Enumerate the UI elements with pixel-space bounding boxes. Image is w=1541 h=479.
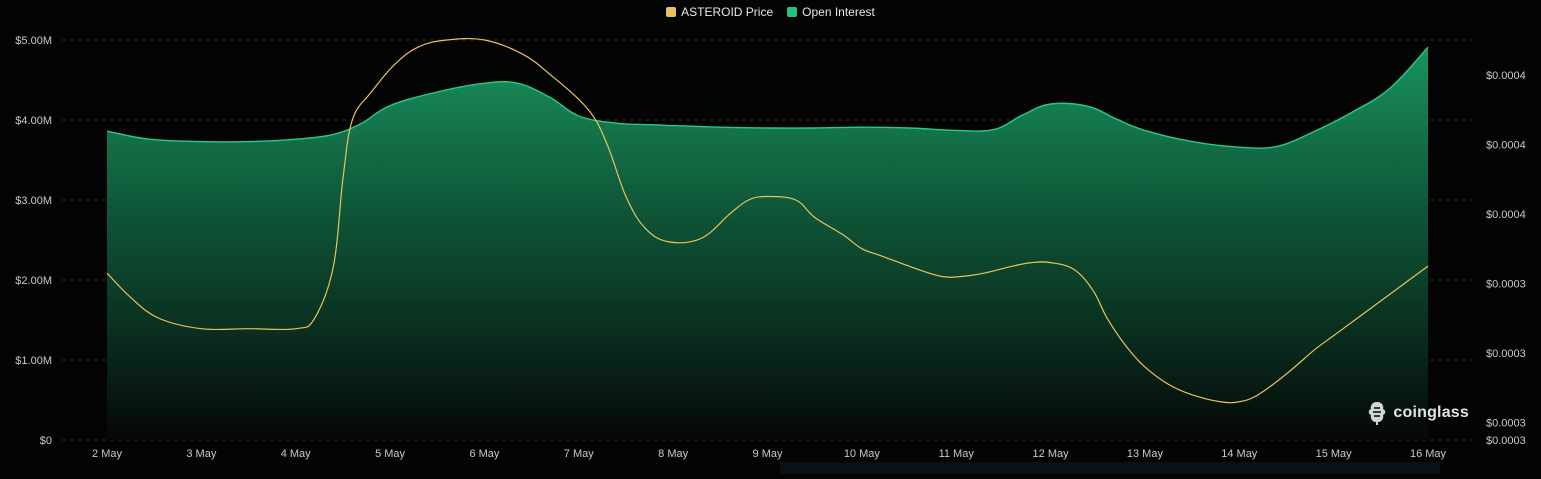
coinglass-watermark: coinglass xyxy=(1366,400,1469,426)
right-axis-tick-label: $0.0003 xyxy=(1486,418,1526,430)
left-axis-tick-label: $0 xyxy=(40,435,52,447)
bottom-panel-edge xyxy=(780,462,1440,474)
chart-svg: $0 $1.00M $2.00M $3.00M $4.00M $5.00M $0.0003… xyxy=(15,35,1526,460)
right-y-axis: $0.0003 $0.0003 $0.0003 $0.0003 $0.0004 $0.00… xyxy=(1486,70,1526,447)
x-axis-tick-label: 15 May xyxy=(1316,448,1353,460)
right-axis-tick-label: $0.0003 xyxy=(1486,435,1526,447)
left-axis-tick-label: $3.00M xyxy=(15,195,52,207)
x-axis-tick-label: 9 May xyxy=(753,448,783,460)
right-axis-tick-label: $0.0003 xyxy=(1486,278,1526,290)
right-axis-tick-label: $0.0004 xyxy=(1486,70,1526,82)
x-axis-tick-label: 14 May xyxy=(1221,448,1258,460)
x-axis-tick-label: 4 May xyxy=(281,448,311,460)
chart-legend: ASTEROID Price Open Interest xyxy=(0,5,1541,19)
legend-item-open-interest[interactable]: Open Interest xyxy=(787,5,875,19)
left-axis-tick-label: $4.00M xyxy=(15,115,52,127)
x-axis-tick-label: 2 May xyxy=(92,448,122,460)
x-axis-tick-label: 13 May xyxy=(1127,448,1164,460)
x-axis-tick-label: 11 May xyxy=(939,448,975,460)
x-axis-tick-label: 5 May xyxy=(375,448,405,460)
right-axis-tick-label: $0.0003 xyxy=(1486,348,1526,360)
left-axis-tick-label: $5.00M xyxy=(15,35,52,47)
legend-swatch-price xyxy=(666,7,677,17)
x-axis-tick-label: 3 May xyxy=(186,448,216,460)
open-interest-area-layer xyxy=(106,46,1429,440)
x-axis-tick-label: 7 May xyxy=(564,448,594,460)
x-axis: 2 May 3 May 4 May 5 May 6 May 7 May 8 May 9 May… xyxy=(92,448,1447,460)
chart-container: $0 $1.00M $2.00M $3.00M $4.00M $5.00M $0.0003… xyxy=(0,0,1541,474)
right-axis-tick-label: $0.0004 xyxy=(1486,209,1526,221)
watermark-text: coinglass xyxy=(1393,404,1469,421)
x-axis-tick-label: 12 May xyxy=(1033,448,1070,460)
x-axis-tick-label: 8 May xyxy=(658,448,688,460)
x-axis-tick-label: 16 May xyxy=(1410,448,1447,460)
x-axis-tick-label: 6 May xyxy=(469,448,499,460)
legend-item-price[interactable]: ASTEROID Price xyxy=(666,5,773,19)
right-axis-tick-label: $0.0004 xyxy=(1486,139,1526,151)
left-axis-tick-label: $2.00M xyxy=(15,275,52,287)
legend-label-price: ASTEROID Price xyxy=(681,5,774,19)
legend-label-open-interest: Open Interest xyxy=(802,5,875,19)
coinglass-logo-icon xyxy=(1369,402,1386,425)
legend-swatch-open-interest xyxy=(787,7,798,17)
left-axis-tick-label: $1.00M xyxy=(15,355,52,367)
open-interest-area-fill xyxy=(107,47,1428,440)
left-y-axis: $0 $1.00M $2.00M $3.00M $4.00M $5.00M xyxy=(15,35,52,447)
x-axis-tick-label: 10 May xyxy=(844,448,881,460)
